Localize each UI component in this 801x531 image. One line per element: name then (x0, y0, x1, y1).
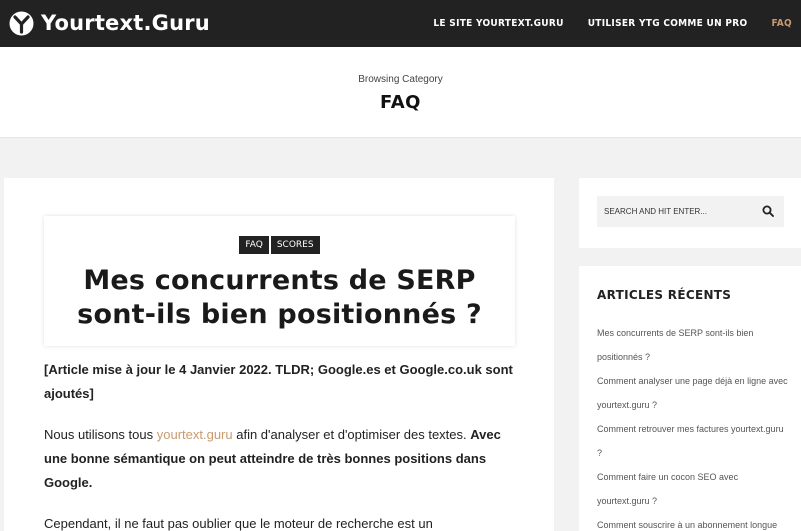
site-logo[interactable]: Yourtext.Guru (9, 8, 210, 38)
browsing-category-label: Browsing Category (358, 74, 443, 85)
post-tags: FAQ SCORES (44, 236, 515, 254)
recent-article-link[interactable]: Comment retrouver mes factures yourtext.… (597, 417, 789, 465)
recent-articles-list: Mes concurrents de SERP sont-ils bien po… (597, 321, 789, 531)
category-title: FAQ (380, 92, 421, 113)
sidebar-search-widget (579, 178, 801, 248)
top-navigation-bar: Yourtext.Guru LE SITE YOURTEXT.GURU UTIL… (0, 0, 801, 47)
intro-text: Nous utilisons tous (44, 427, 157, 442)
recent-article-link[interactable]: Comment souscrire à un abonnement longue (597, 513, 789, 531)
nav-item-utiliser-ytg[interactable]: UTILISER YTG COMME UN PRO (588, 18, 748, 29)
nav-item-le-site[interactable]: LE SITE YOURTEXT.GURU (433, 18, 563, 29)
brand-name: Yourtext.Guru (41, 11, 210, 35)
update-note: [Article mise à jour le 4 Janvier 2022. … (44, 362, 513, 401)
intro-paragraph: Nous utilisons tous yourtext.guru afin d… (44, 423, 514, 495)
recent-articles-widget: ARTICLES RÉCENTS Mes concurrents de SERP… (579, 266, 801, 531)
recent-article-link[interactable]: Mes concurrents de SERP sont-ils bien po… (597, 321, 789, 369)
category-header: Browsing Category FAQ (0, 47, 801, 138)
tag-faq[interactable]: FAQ (239, 236, 269, 254)
post-title[interactable]: Mes concurrents de SERP sont-ils bien po… (44, 264, 515, 332)
recent-article-link[interactable]: Comment analyser une page déjà en ligne … (597, 369, 789, 417)
search-icon[interactable] (762, 205, 774, 217)
intro-text-mid: afin d'analyser et d'optimiser des texte… (232, 427, 471, 442)
recent-articles-title: ARTICLES RÉCENTS (597, 288, 732, 302)
yourtext-guru-link[interactable]: yourtext.guru (157, 427, 233, 442)
main-nav: LE SITE YOURTEXT.GURU UTILISER YTG COMME… (433, 0, 801, 47)
recent-article-link[interactable]: Comment faire un cocon SEO avec yourtext… (597, 465, 789, 513)
nav-item-faq[interactable]: FAQ (771, 18, 792, 29)
tag-scores[interactable]: SCORES (270, 236, 320, 254)
search-input[interactable] (604, 196, 754, 227)
article-card: FAQ SCORES Mes concurrents de SERP sont-… (4, 178, 554, 531)
search-box (597, 196, 784, 227)
body-paragraph: Cependant, il ne faut pas oublier que le… (44, 516, 433, 531)
post-header: FAQ SCORES Mes concurrents de SERP sont-… (44, 216, 515, 346)
yourtext-guru-logo-icon (9, 11, 34, 35)
